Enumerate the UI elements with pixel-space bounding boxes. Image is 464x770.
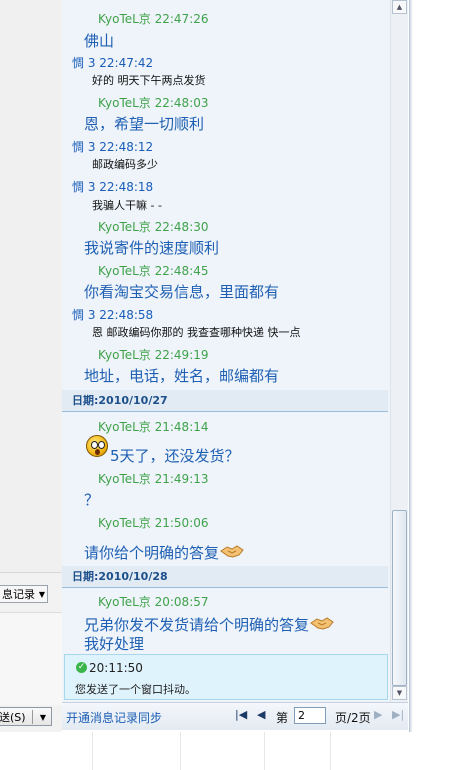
message-text: 我好处理 xyxy=(84,633,144,654)
message-content: 5天了，还没发货？ xyxy=(110,447,240,465)
chat-history-panel: KyoTeL京 22:47:26 佛山惆 3 22:47:42 好的 明天下午两点发… xyxy=(62,0,410,732)
message-history-dropdown[interactable]: 息记录 ▼ xyxy=(0,585,48,603)
sender-label: KyoTeL京 21:50:06 xyxy=(98,516,209,530)
left-panel: 息记录 ▼ 送(S) ▼ xyxy=(0,0,62,732)
sender-label: KyoTeL京 21:49:13 xyxy=(98,472,209,486)
page-number-input[interactable] xyxy=(294,707,326,724)
message-text: 恩，希望一切顺利 xyxy=(84,113,204,134)
sender-label: KyoTeL京 22:49:19 xyxy=(98,348,209,362)
handshake-emoji-icon xyxy=(310,614,334,632)
sender-label: KyoTeL京 22:48:30 xyxy=(98,220,209,234)
message-text: 我说寄件的速度顺利 xyxy=(84,237,219,258)
message-text: 邮政编码多少 xyxy=(92,156,158,172)
message-content: 我骗人干嘛 - - xyxy=(92,199,162,212)
message-text: 佛山 xyxy=(84,30,114,51)
notice-time: 20:11:50 xyxy=(89,661,143,675)
chevron-down-icon: ▼ xyxy=(38,590,45,599)
message-content: 地址，电话，姓名，邮编都有 xyxy=(84,367,280,385)
message-text: 请你给个明确的答复 xyxy=(84,540,244,563)
first-page-icon[interactable]: |◀ xyxy=(235,708,247,721)
message-content: 兄弟你发不发货请给个明确的答复 xyxy=(84,616,310,634)
check-icon: ✓ xyxy=(76,662,87,673)
message-content: 请你给个明确的答复 xyxy=(84,544,220,562)
page-label: 第 xyxy=(276,711,289,725)
input-area[interactable] xyxy=(0,612,62,705)
sender-label: KyoTeL京 22:48:03 xyxy=(98,96,209,110)
divider xyxy=(180,732,181,770)
message-content: 我好处理 xyxy=(84,635,145,653)
sender-label: KyoTeL京 22:47:26 xyxy=(98,12,209,26)
sender-me-timestamp: 惆 3 22:48:58 xyxy=(72,306,153,323)
sender-label: 惆 3 22:48:18 xyxy=(72,180,154,194)
chat-log: KyoTeL京 22:47:26 佛山惆 3 22:47:42 好的 明天下午两点发… xyxy=(62,0,390,702)
sender-peer-timestamp: KyoTeL京 21:50:06 xyxy=(98,514,209,531)
sender-peer-timestamp: KyoTeL京 22:48:03 xyxy=(98,94,209,111)
window-edge xyxy=(410,0,413,732)
notice-text: 您发送了一个窗口抖动。 xyxy=(75,683,196,696)
sender-peer-timestamp: KyoTeL京 22:48:45 xyxy=(98,262,209,279)
message-text: ？ xyxy=(84,489,99,510)
sender-label: 惆 3 22:48:12 xyxy=(72,140,154,154)
scroll-down-arrow-icon[interactable]: ▼ xyxy=(392,686,407,700)
sender-peer-timestamp: KyoTeL京 21:49:13 xyxy=(98,470,209,487)
system-notice: ✓ 20:11:50 您发送了一个窗口抖动。 xyxy=(64,654,388,700)
message-text: 地址，电话，姓名，邮编都有 xyxy=(84,365,279,386)
message-text: 5天了，还没发货？ xyxy=(110,445,240,466)
sender-peer-timestamp: KyoTeL京 20:08:57 xyxy=(98,593,209,610)
scroll-up-arrow-icon[interactable]: ▲ xyxy=(392,0,407,14)
send-button-label: 送(S) xyxy=(0,711,26,724)
message-history-label: 息记录 xyxy=(2,588,35,601)
sender-me-timestamp: 惆 3 22:47:42 xyxy=(72,54,153,71)
left-panel-upper xyxy=(0,0,62,573)
message-content: 我说寄件的速度顺利 xyxy=(84,239,220,257)
sender-peer-timestamp: KyoTeL京 22:49:19 xyxy=(98,346,209,363)
message-content: 邮政编码多少 xyxy=(92,158,158,171)
message-content: 你看淘宝交易信息，里面都有 xyxy=(84,283,280,301)
prev-page-icon[interactable]: ◀ xyxy=(257,708,265,721)
message-content: 佛山 xyxy=(84,32,115,50)
sender-label: KyoTeL京 22:48:45 xyxy=(98,264,209,278)
sender-peer-timestamp: KyoTeL京 22:48:30 xyxy=(98,218,209,235)
sync-history-link[interactable]: 开通消息记录同步 xyxy=(66,709,162,726)
sender-me-timestamp: 惆 3 22:48:18 xyxy=(72,178,153,195)
message-text: 我骗人干嘛 - - xyxy=(92,197,162,213)
page-total: 页/2页 xyxy=(335,711,371,725)
message-content: 恩，希望一切顺利 xyxy=(84,115,205,133)
chevron-down-icon[interactable]: ▼ xyxy=(40,708,46,727)
emoji-mouth xyxy=(95,449,100,455)
sender-label: KyoTeL京 21:48:14 xyxy=(98,420,209,434)
divider xyxy=(32,710,33,724)
message-text: 好的 明天下午两点发货 xyxy=(92,72,206,88)
vertical-scrollbar[interactable]: ▲ ▼ xyxy=(390,0,408,702)
sender-label: 惆 3 22:47:42 xyxy=(72,56,154,70)
message-text: 兄弟你发不发货请给个明确的答复 xyxy=(84,612,334,635)
message-text: 恩 邮政编码你那的 我查查哪种快递 快一点 xyxy=(92,324,301,340)
message-content: 好的 明天下午两点发货 xyxy=(92,74,206,87)
sender-peer-timestamp: KyoTeL京 22:47:26 xyxy=(98,10,209,27)
date-separator: 日期:2010/10/28 xyxy=(62,566,388,588)
sender-me-timestamp: 惆 3 22:48:12 xyxy=(72,138,153,155)
divider xyxy=(92,732,93,770)
send-button[interactable]: 送(S) ▼ xyxy=(0,707,52,726)
last-page-icon[interactable]: ▶| xyxy=(392,708,404,721)
divider xyxy=(264,732,265,770)
next-page-icon[interactable]: ▶ xyxy=(374,708,382,721)
sender-label: 惆 3 22:48:58 xyxy=(72,308,154,322)
sender-label: KyoTeL京 20:08:57 xyxy=(98,595,209,609)
message-content: ？ xyxy=(84,491,100,509)
message-text: 你看淘宝交易信息，里面都有 xyxy=(84,281,279,302)
surprised-face-emoji-icon xyxy=(86,435,108,457)
divider xyxy=(330,732,331,770)
pagination-bar: 开通消息记录同步 |◀ ◀ 第 页/2页 ▶ ▶| xyxy=(62,702,408,730)
scroll-thumb[interactable] xyxy=(392,510,407,686)
sender-peer-timestamp: KyoTeL京 21:48:14 xyxy=(98,418,209,435)
message-content: 恩 邮政编码你那的 我查查哪种快递 快一点 xyxy=(92,326,301,339)
handshake-emoji-icon xyxy=(220,542,244,560)
date-separator: 日期:2010/10/27 xyxy=(62,390,388,412)
